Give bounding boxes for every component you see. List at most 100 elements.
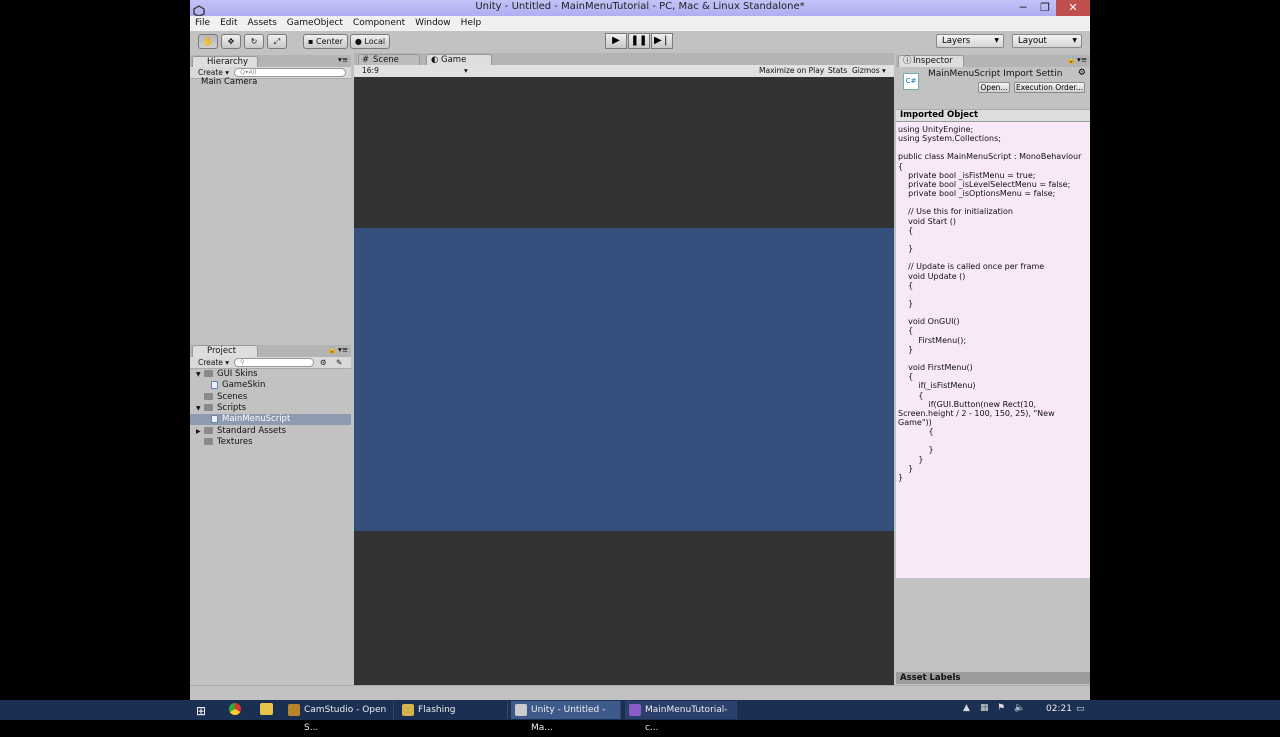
hand-tool-button[interactable]: ✋ [198,34,218,49]
clock[interactable]: 02:21 [1046,704,1072,714]
imported-object-header: Imported Object [896,109,1090,121]
filter-type-icon[interactable]: ⚙ [320,358,327,367]
folder-icon [204,403,213,411]
task-unity[interactable]: Unity - Untitled - Ma... [511,701,621,733]
local-icon: ● [354,37,365,46]
panel-menu-icon[interactable]: ▾≡ [338,55,348,64]
search-placeholder: Q▾All [240,68,257,76]
script-code: using UnityEngine; using System.Collecti… [898,125,1082,482]
panel-menu-icon[interactable]: ▾≡ [1077,55,1087,64]
game-view[interactable] [354,77,894,685]
menu-assets[interactable]: Assets [243,16,282,28]
game-camera-viewport [354,228,894,531]
tab-project[interactable]: Project [192,345,258,357]
menu-help[interactable]: Help [456,16,487,28]
hierarchy-create-button[interactable]: Create ▾ [198,68,229,77]
script-preview: using UnityEngine; using System.Collecti… [896,121,1090,578]
camstudio-pin-icon[interactable] [260,703,273,715]
move-tool-button[interactable]: ✥ [221,34,241,49]
hierarchy-search-input[interactable]: Q▾All [234,68,346,77]
move-icon: ✥ [227,37,235,46]
stats-toggle[interactable]: Stats [828,66,847,75]
task-visualstudio[interactable]: MainMenuTutorial-c... [625,701,737,733]
project-tree-item[interactable]: ▼ Scripts [190,403,351,414]
layers-label: Layers [942,36,971,46]
open-button[interactable]: Open... [978,82,1010,93]
create-label: Create [198,358,223,367]
execution-order-button[interactable]: Execution Order... [1014,82,1085,93]
tray-flag-icon[interactable]: ⚑ [997,703,1005,713]
file-icon [211,380,218,389]
aspect-dropdown[interactable]: 16:9 [362,66,379,75]
menu-window[interactable]: Window [410,16,456,28]
panel-menu-icon[interactable]: ▾≡ [338,345,348,354]
pause-button[interactable]: ❚❚ [628,33,650,49]
windows-start-icon[interactable]: ⊞ [196,704,206,718]
expand-arrow-icon[interactable]: ▼ [196,403,204,414]
item-label: MainMenuScript [222,414,291,425]
layers-dropdown[interactable]: Layers ▼ [936,34,1004,48]
project-tree-item[interactable]: Textures [190,437,351,448]
title-bar: Unity - Untitled - MainMenuTutorial - PC… [190,0,1090,17]
gizmos-dropdown[interactable]: Gizmos ▾ [852,66,886,75]
taskbar: ⊞ CamStudio - Open S... Flashing Unity -… [0,700,1280,733]
project-tree-item[interactable]: ▶ Standard Assets [190,426,351,437]
task-camstudio[interactable]: CamStudio - Open S... [284,701,394,733]
scale-tool-button[interactable]: ⤢ [267,34,287,49]
gizmos-label: Gizmos [852,66,880,75]
task-label: Unity - Untitled - Ma... [531,705,606,733]
collapse-arrow-icon[interactable]: ▶ [196,426,204,437]
dropdown-arrow-icon: ▼ [994,37,999,44]
project-panel: Project 🔒 ▾≡ Create ▾ ⚲ ⚙ ✎ ▼ GUI Skins Ga… [190,345,351,685]
menu-file[interactable]: File [190,16,215,28]
project-tree-item[interactable]: GameSkin [190,380,351,391]
lock-icon[interactable]: 🔒 [1067,55,1076,64]
tab-inspector[interactable]: ⓘ Inspector [898,55,964,67]
maximize-on-play-toggle[interactable]: Maximize on Play [759,66,824,75]
tray-network-icon[interactable]: ▦ [980,703,989,713]
hierarchy-item-main-camera[interactable]: Main Camera [201,77,257,88]
folder-icon [402,704,414,716]
lock-icon[interactable]: 🔒 [328,345,337,354]
maximize-button[interactable]: ❐ [1036,0,1054,16]
tray-arrow-icon[interactable]: ▲ [963,703,970,713]
inspector-tab-label: Inspector [913,56,953,66]
gear-icon[interactable]: ⚙ [1078,68,1086,78]
step-button[interactable]: ▶❘ [651,33,673,49]
minimize-button[interactable]: ─ [1014,0,1032,16]
item-label: GUI Skins [217,369,258,379]
menu-gameobject[interactable]: GameObject [282,16,348,28]
project-tree-item[interactable]: ▼ GUI Skins [190,369,351,380]
folder-icon [204,370,213,377]
task-label: MainMenuTutorial-c... [645,705,728,733]
filter-label-icon[interactable]: ✎ [336,358,342,367]
dropdown-arrow-icon: ▾ [464,66,468,75]
item-label: GameSkin [222,380,266,391]
project-tab-label: Project [207,346,237,356]
expand-arrow-icon[interactable]: ▼ [196,369,204,380]
inspector-title: MainMenuScript Import Settin [928,69,1063,79]
hierarchy-tab-label: Hierarchy [207,57,249,67]
pivot-center-button[interactable]: ▪ Center [303,34,348,49]
pivot-local-button[interactable]: ● Local [350,34,390,49]
menu-bar: File Edit Assets GameObject Component Window H… [190,16,1090,31]
project-tree-item[interactable]: MainMenuScript [190,414,351,426]
project-tree-item[interactable]: Scenes [190,392,351,403]
task-flashing[interactable]: Flashing [398,701,508,719]
task-label: Flashing [418,705,456,715]
chrome-icon[interactable] [229,703,241,715]
close-button[interactable]: ✕ [1056,0,1090,16]
menu-edit[interactable]: Edit [215,16,242,28]
asset-labels-header: Asset Labels [896,672,1090,684]
project-create-button[interactable]: Create ▾ [198,358,229,367]
rotate-tool-button[interactable]: ↻ [244,34,264,49]
project-search-input[interactable]: ⚲ [234,358,314,367]
menu-component[interactable]: Component [348,16,410,28]
play-button[interactable]: ▶ [605,33,627,49]
notifications-icon[interactable]: ▭ [1076,704,1085,714]
aspect-label: 16:9 [362,66,379,75]
item-label: Scenes [217,391,248,402]
volume-icon[interactable]: 🔈 [1014,703,1025,713]
layout-dropdown[interactable]: Layout ▼ [1012,34,1082,48]
exec-label: Execution Order... [1016,83,1083,92]
